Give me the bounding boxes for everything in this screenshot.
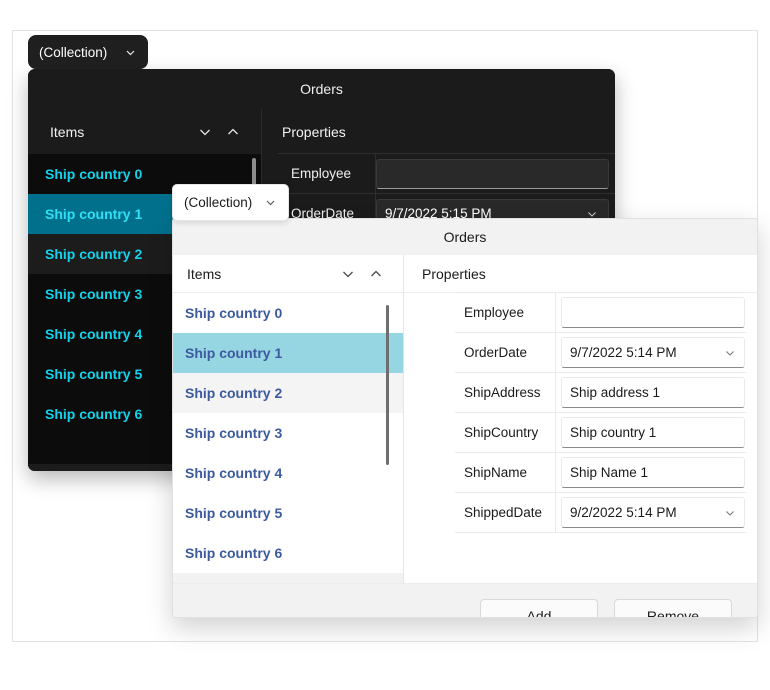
list-item-label: Ship country 1: [185, 345, 283, 361]
list-item[interactable]: Ship country 2: [173, 373, 403, 413]
shipcountry-field-value: Ship country 1: [570, 425, 657, 440]
light-properties-header: Properties: [404, 255, 757, 293]
chevron-up-icon[interactable]: [219, 124, 247, 140]
add-button[interactable]: Add: [480, 598, 598, 617]
property-row: OrderDate 9/7/2022 5:14 PM: [455, 332, 746, 373]
light-dialog-footer: Add Remove: [173, 583, 757, 617]
property-name: ShipName: [455, 453, 556, 492]
list-item-label: Ship country 4: [45, 326, 143, 342]
collection-dropdown-light[interactable]: (Collection): [172, 184, 289, 221]
property-value: Ship address 1: [556, 373, 746, 412]
property-row: ShippedDate 9/2/2022 5:14 PM: [455, 492, 746, 533]
light-dialog-body: Items Ship country 0 Ship country 1 Ship…: [173, 255, 757, 583]
chevron-down-icon: [264, 196, 277, 209]
orderdate-field[interactable]: 9/7/2022 5:14 PM: [561, 337, 745, 368]
list-item-label: Ship country 0: [45, 166, 143, 182]
shipname-field[interactable]: Ship Name 1: [561, 457, 745, 488]
list-item[interactable]: Ship country 4: [173, 453, 403, 493]
employee-field[interactable]: [376, 158, 609, 189]
light-items-header: Items: [173, 255, 403, 293]
list-item[interactable]: Ship country 0: [173, 293, 403, 333]
light-items-pane: Items Ship country 0 Ship country 1 Ship…: [173, 255, 404, 583]
orderdate-field-value: 9/7/2022 5:14 PM: [570, 345, 677, 360]
property-name: OrderDate: [455, 333, 556, 372]
chevron-down-icon[interactable]: [724, 347, 736, 359]
property-name: ShipAddress: [455, 373, 556, 412]
property-value: [376, 154, 615, 193]
list-item-label: Ship country 5: [185, 505, 283, 521]
list-item-label: Ship country 0: [185, 305, 283, 321]
light-items-header-label: Items: [187, 265, 222, 282]
shipaddress-field-value: Ship address 1: [570, 385, 661, 400]
property-row: ShipName Ship Name 1: [455, 452, 746, 493]
chevron-down-icon: [124, 46, 137, 59]
list-item[interactable]: Ship country 6: [173, 533, 403, 573]
list-item[interactable]: Ship country 5: [173, 493, 403, 533]
property-row: ShipCountry Ship country 1: [455, 412, 746, 453]
property-row: Employee: [278, 153, 615, 194]
list-item-label: Ship country 5: [45, 366, 143, 382]
list-item-label: Ship country 3: [45, 286, 143, 302]
property-value: 9/7/2022 5:14 PM: [556, 333, 746, 372]
orders-dialog-light: Orders Items Ship country 0 Ship country…: [172, 218, 758, 618]
employee-field[interactable]: [561, 297, 745, 328]
light-items-list[interactable]: Ship country 0 Ship country 1 Ship count…: [173, 293, 403, 583]
list-item-label: Ship country 4: [185, 465, 283, 481]
property-value: Ship country 1: [556, 413, 746, 452]
shippeddate-field[interactable]: 9/2/2022 5:14 PM: [561, 497, 745, 528]
shippeddate-field-value: 9/2/2022 5:14 PM: [570, 505, 677, 520]
shipcountry-field[interactable]: Ship country 1: [561, 417, 745, 448]
collection-dropdown-dark[interactable]: (Collection): [28, 35, 148, 69]
property-value: [556, 293, 746, 332]
light-dialog-title: Orders: [173, 219, 757, 255]
list-item-label: Ship country 3: [185, 425, 283, 441]
dark-dialog-title: Orders: [28, 69, 615, 109]
property-value: 9/2/2022 5:14 PM: [556, 493, 746, 532]
light-list-scrollbar-thumb[interactable]: [386, 305, 389, 465]
property-name: Employee: [455, 293, 556, 332]
collection-dropdown-light-label: (Collection): [184, 195, 253, 210]
light-properties-table: Employee OrderDate 9/7/2022 5:14 PM Ship…: [404, 292, 757, 583]
chevron-down-icon[interactable]: [191, 124, 219, 140]
dark-items-header-label: Items: [50, 123, 85, 140]
list-footer-strip: [173, 573, 403, 583]
chevron-up-icon[interactable]: [362, 266, 390, 282]
chevron-down-icon[interactable]: [334, 266, 362, 282]
light-properties-pane: Properties Employee OrderDate 9/7/2022 5…: [404, 255, 757, 583]
list-item[interactable]: Ship country 1: [173, 333, 403, 373]
list-item[interactable]: Ship country 3: [173, 413, 403, 453]
property-name: ShipCountry: [455, 413, 556, 452]
shipaddress-field[interactable]: Ship address 1: [561, 377, 745, 408]
list-item-label: Ship country 6: [185, 545, 283, 561]
remove-button[interactable]: Remove: [614, 598, 732, 617]
chevron-down-icon[interactable]: [724, 507, 736, 519]
property-name: ShippedDate: [455, 493, 556, 532]
shipname-field-value: Ship Name 1: [570, 465, 649, 480]
property-row: Employee: [455, 292, 746, 333]
property-name: Employee: [278, 154, 376, 193]
property-value: Ship Name 1: [556, 453, 746, 492]
list-item-label: Ship country 2: [185, 385, 283, 401]
light-list-scrollbar[interactable]: [386, 293, 389, 583]
list-item-label: Ship country 6: [45, 406, 143, 422]
dark-properties-header: Properties: [262, 109, 615, 154]
collection-dropdown-dark-label: (Collection): [39, 44, 108, 60]
list-item-label: Ship country 2: [45, 246, 143, 262]
dark-items-header: Items: [28, 109, 261, 154]
list-item-label: Ship country 1: [45, 206, 143, 222]
property-row: ShipAddress Ship address 1: [455, 372, 746, 413]
screenshot-root: (Collection) Orders Items Ship country 0…: [0, 0, 770, 690]
